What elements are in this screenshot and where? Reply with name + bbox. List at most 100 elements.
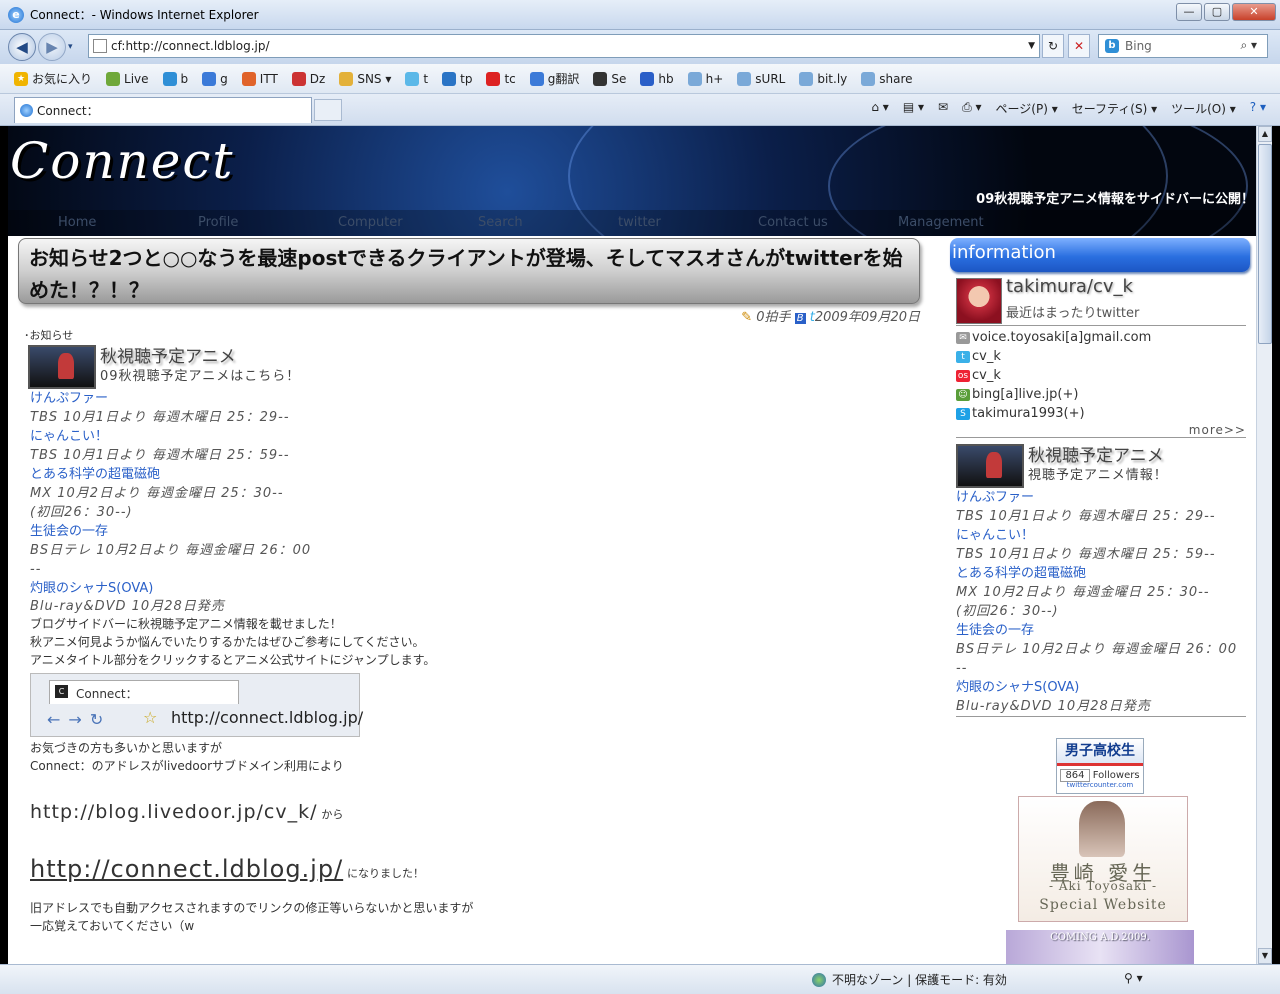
fav-item[interactable]: g翻訳 <box>529 70 579 87</box>
new-url-link[interactable]: http://connect.ldblog.jp/ <box>30 855 343 883</box>
recent-pages-icon[interactable]: ▾ <box>68 42 73 52</box>
help-icon[interactable]: ? ▾ <box>1250 100 1266 117</box>
more-link[interactable]: more>> <box>950 423 1246 437</box>
twitter-counter-badge[interactable]: 男子高校生 864 Followers twittercounter.com <box>1056 738 1144 794</box>
fav-item[interactable]: bit.ly <box>799 71 847 86</box>
globe-icon <box>812 972 826 987</box>
connect-favicon: C <box>55 685 68 698</box>
favorite-icon <box>202 71 217 86</box>
security-zone[interactable]: 不明なゾーン | 保護モード: 有効 <box>812 971 1007 988</box>
safety-menu[interactable]: セーフティ(S) ▾ <box>1072 100 1157 117</box>
nav-profile[interactable]: Profile <box>148 210 288 236</box>
forward-button[interactable]: ▶ <box>38 33 66 61</box>
new-url-line: http://connect.ldblog.jp/ になりました！ <box>30 857 920 883</box>
stop-icon[interactable]: ✕ <box>1068 34 1090 58</box>
address-dropdown-icon[interactable]: ▼ <box>1028 41 1035 51</box>
fav-item[interactable]: Live <box>106 71 149 86</box>
scroll-up-icon[interactable]: ▲ <box>1258 126 1272 142</box>
nav-contact[interactable]: Contact us <box>708 210 848 236</box>
back-button[interactable]: ◀ <box>8 33 36 61</box>
search-input[interactable]: b Bing ⌕ ▾ <box>1098 34 1268 58</box>
anime-link[interactable]: けんぷファー <box>956 488 1246 507</box>
nav-home[interactable]: Home <box>8 210 148 236</box>
favorite-icon <box>291 71 306 86</box>
fav-item[interactable]: Se <box>593 71 626 86</box>
global-nav: Home Profile Computer Search twitter Con… <box>8 210 1256 236</box>
site-logo[interactable]: Connect <box>10 132 234 190</box>
fav-item[interactable]: tp <box>442 71 472 86</box>
feeds-icon[interactable]: ▤ ▾ <box>903 100 924 117</box>
fav-item[interactable]: g <box>202 71 228 86</box>
print-icon[interactable]: ⎙ ▾ <box>962 100 981 117</box>
fav-item[interactable]: tc <box>486 71 516 86</box>
mail-icon[interactable]: ✉ <box>938 100 948 117</box>
anime-link[interactable]: 生徒会の一存 <box>956 621 1246 640</box>
anime-link[interactable]: にゃんこい！ <box>956 526 1246 545</box>
fav-item[interactable]: b <box>162 71 188 86</box>
tools-menu[interactable]: ツール(O) ▾ <box>1171 100 1236 117</box>
fav-item[interactable]: h+ <box>687 71 723 86</box>
fav-item[interactable]: hb <box>640 71 674 86</box>
page-menu[interactable]: ページ(P) ▾ <box>996 100 1058 117</box>
fav-item[interactable]: share <box>861 71 913 86</box>
home-icon[interactable]: ⌂ ▾ <box>871 100 888 117</box>
fav-item[interactable]: t <box>405 71 429 86</box>
search-icon[interactable]: ⌕ ▾ <box>1240 38 1257 53</box>
favorite-icon <box>162 71 177 86</box>
anime-link[interactable]: とある科学の超電磁砲 <box>956 564 1246 583</box>
toyosaki-banner[interactable]: 豊崎 愛生 - Aki Toyosaki - Special Website <box>1018 796 1188 922</box>
fav-item-label: t <box>423 71 429 86</box>
new-tab-button[interactable] <box>314 99 342 121</box>
banner-portrait <box>1079 801 1125 857</box>
contact-text: cv_k <box>972 368 1001 383</box>
post-paragraph: 秋アニメ何見ようか悩んでいたりするかたはぜひご参考にしてください。 <box>30 635 425 649</box>
contact-item[interactable]: ☺ bing[a]live.jp(+) <box>956 385 1250 404</box>
contact-item[interactable]: t cv_k <box>956 347 1250 366</box>
tab-connect[interactable]: Connect： <box>14 97 312 123</box>
anime-link[interactable]: 灼眼のシャナS(OVA) <box>30 579 920 598</box>
post-title[interactable]: お知らせ2つと○○なうを最速postできるクライアントが登場、そしてマスオさんが… <box>18 238 920 304</box>
nav-computer[interactable]: Computer <box>288 210 428 236</box>
anime-link[interactable]: 灼眼のシャナS(OVA) <box>956 678 1246 697</box>
anime-link[interactable]: とある科学の超電磁砲 <box>30 465 920 484</box>
contact-text: bing[a]live.jp(+) <box>972 387 1079 402</box>
fav-item[interactable]: SNS ▾ <box>339 71 391 86</box>
from-text: から <box>321 808 344 821</box>
nav-twitter[interactable]: twitter <box>568 210 708 236</box>
contact-item[interactable]: os cv_k <box>956 366 1250 385</box>
post-category[interactable]: ･お知らせ <box>24 326 920 345</box>
tab-label: Connect： <box>37 104 99 118</box>
fav-item[interactable]: Dz <box>291 71 325 86</box>
contact-item[interactable]: Stakimura1993(+) <box>956 404 1250 423</box>
refresh-icon[interactable]: ↻ <box>1042 34 1064 58</box>
nav-management[interactable]: Management <box>848 210 988 236</box>
anime-link[interactable]: にゃんこい！ <box>30 427 920 446</box>
close-button[interactable]: ✕ <box>1232 3 1276 21</box>
anime-link[interactable]: けんぷファー <box>30 389 920 408</box>
anime-info: -- <box>956 661 968 676</box>
favorite-icon <box>529 71 544 86</box>
favorite-icon <box>442 71 457 86</box>
fav-item[interactable]: ITT <box>241 71 278 86</box>
anime-link[interactable]: 生徒会の一存 <box>30 522 920 541</box>
scroll-down-icon[interactable]: ▼ <box>1258 948 1272 964</box>
avatar[interactable] <box>956 278 1002 324</box>
contact-text: takimura1993(+) <box>972 406 1085 421</box>
profile-name[interactable]: takimura/cv_k <box>1006 276 1133 297</box>
coming-banner[interactable]: COMING A.D.2009. <box>1006 930 1194 964</box>
minimize-button[interactable]: — <box>1176 3 1202 21</box>
favorites-button[interactable]: ★ お気に入り <box>14 70 92 87</box>
zoom-icon[interactable]: ⚲ ▾ <box>1124 971 1143 985</box>
address-field[interactable]: cf:http://connect.ldblog.jp/ ▼ <box>88 34 1040 58</box>
favorite-icon <box>799 71 814 86</box>
vertical-scrollbar[interactable]: ▲ ▼ <box>1256 126 1272 964</box>
contact-item[interactable]: ✉ voice.toyosaki[a]gmail.com <box>956 328 1250 347</box>
clap-count[interactable]: 0拍手 <box>756 310 790 325</box>
maximize-button[interactable]: ▢ <box>1204 3 1230 21</box>
hatena-bookmark-icon[interactable]: B <box>794 313 806 324</box>
sidebar-divider <box>956 716 1246 717</box>
nav-search[interactable]: Search <box>428 210 568 236</box>
became-text: になりました！ <box>347 867 424 880</box>
scroll-thumb[interactable] <box>1258 144 1272 344</box>
fav-item[interactable]: sURL <box>737 71 785 86</box>
